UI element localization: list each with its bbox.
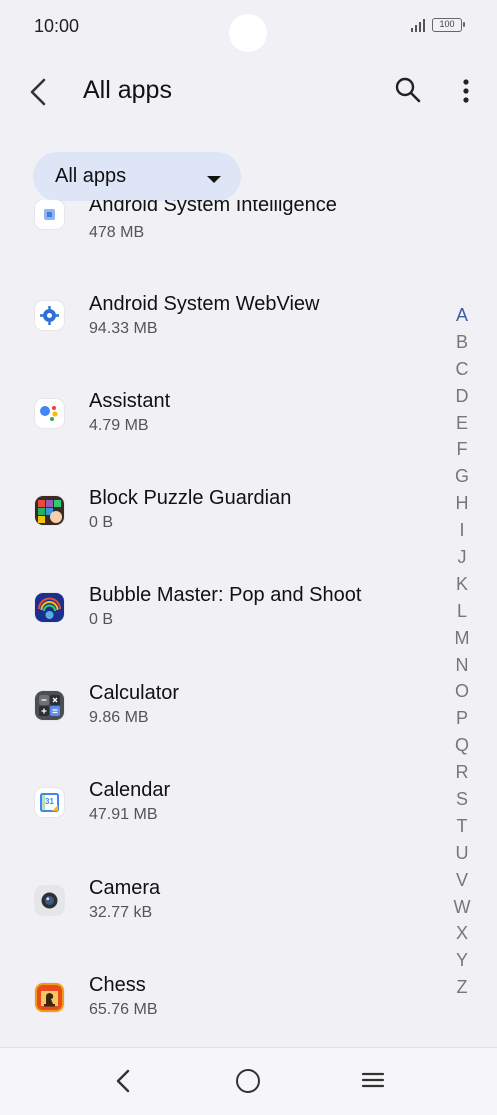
more-options-icon[interactable] bbox=[452, 74, 480, 108]
app-size: 32.77 kB bbox=[89, 904, 153, 921]
battery-icon: 100 bbox=[432, 18, 465, 32]
page-title: All apps bbox=[83, 76, 172, 104]
app-name: Bubble Master: Pop and Shoot bbox=[89, 584, 362, 606]
app-name: Android System Intelligence bbox=[89, 200, 337, 216]
list-item[interactable]: 31 Calendar 47.91 MB bbox=[0, 768, 440, 865]
nav-back-icon[interactable] bbox=[112, 1068, 136, 1094]
index-letter-l[interactable]: L bbox=[450, 598, 474, 625]
app-size: 9.86 MB bbox=[89, 709, 149, 726]
block-puzzle-icon bbox=[35, 496, 64, 525]
list-item[interactable]: Bubble Master: Pop and Shoot 0 B bbox=[0, 573, 440, 670]
index-letter-t[interactable]: T bbox=[450, 813, 474, 840]
dropdown-caret-icon bbox=[207, 176, 221, 183]
index-letter-m[interactable]: M bbox=[450, 625, 474, 652]
index-letter-h[interactable]: H bbox=[450, 490, 474, 517]
index-letter-q[interactable]: Q bbox=[450, 732, 474, 759]
alphabet-index[interactable]: ABCDEFGHIJKLMNOPQRSTUVWXYZ bbox=[450, 302, 474, 1001]
list-item[interactable]: Android System Intelligence 478 MB bbox=[0, 200, 440, 279]
nav-recents-icon[interactable] bbox=[361, 1070, 385, 1090]
android-system-intelligence-icon bbox=[35, 200, 64, 229]
index-letter-w[interactable]: W bbox=[450, 894, 474, 921]
list-item[interactable]: Camera 32.77 kB bbox=[0, 866, 440, 963]
list-item[interactable]: Assistant 4.79 MB bbox=[0, 379, 440, 476]
index-letter-c[interactable]: C bbox=[450, 356, 474, 383]
calendar-icon: 31 bbox=[35, 788, 64, 817]
index-letter-z[interactable]: Z bbox=[450, 974, 474, 1001]
index-letter-d[interactable]: D bbox=[450, 383, 474, 410]
index-letter-p[interactable]: P bbox=[450, 705, 474, 732]
app-name: Calendar bbox=[89, 779, 171, 801]
status-bar: 10:00 100 bbox=[0, 0, 497, 52]
index-letter-o[interactable]: O bbox=[450, 678, 474, 705]
app-size: 0 B bbox=[89, 611, 114, 628]
index-letter-r[interactable]: R bbox=[450, 759, 474, 786]
app-name: Block Puzzle Guardian bbox=[89, 487, 292, 509]
app-name: Camera bbox=[89, 877, 161, 899]
index-letter-e[interactable]: E bbox=[450, 410, 474, 437]
back-arrow-icon[interactable] bbox=[24, 74, 56, 110]
list-item[interactable]: Android System WebView 94.33 MB bbox=[0, 282, 440, 379]
chess-icon bbox=[35, 983, 64, 1012]
index-letter-n[interactable]: N bbox=[450, 652, 474, 679]
index-letter-a[interactable]: A bbox=[450, 302, 474, 329]
index-letter-y[interactable]: Y bbox=[450, 947, 474, 974]
gear-icon bbox=[35, 301, 64, 330]
app-bar: All apps bbox=[0, 60, 497, 124]
index-letter-x[interactable]: X bbox=[450, 920, 474, 947]
filter-dropdown[interactable]: All apps bbox=[33, 152, 241, 201]
index-letter-v[interactable]: V bbox=[450, 867, 474, 894]
list-item[interactable]: Calculator 9.86 MB bbox=[0, 671, 440, 768]
camera-icon bbox=[35, 886, 64, 915]
search-icon[interactable] bbox=[392, 74, 424, 106]
app-size: 478 MB bbox=[89, 224, 145, 241]
app-size: 94.33 MB bbox=[89, 320, 158, 337]
list-item[interactable]: Block Puzzle Guardian 0 B bbox=[0, 476, 440, 573]
status-time: 10:00 bbox=[34, 16, 80, 36]
app-size: 0 B bbox=[89, 514, 114, 531]
camera-cutout bbox=[229, 14, 267, 52]
app-name: Chess bbox=[89, 974, 146, 996]
calendar-day-label: 31 bbox=[45, 797, 54, 806]
assistant-icon bbox=[35, 399, 64, 428]
index-letter-f[interactable]: F bbox=[450, 436, 474, 463]
index-letter-u[interactable]: U bbox=[450, 840, 474, 867]
nav-home-icon[interactable] bbox=[236, 1069, 260, 1093]
filter-label: All apps bbox=[55, 165, 127, 187]
list-item[interactable]: Chess 65.76 MB bbox=[0, 963, 440, 1042]
index-letter-k[interactable]: K bbox=[450, 571, 474, 598]
calculator-icon bbox=[35, 691, 64, 720]
index-letter-g[interactable]: G bbox=[450, 463, 474, 490]
index-letter-s[interactable]: S bbox=[450, 786, 474, 813]
app-size: 4.79 MB bbox=[89, 417, 149, 434]
navigation-bar bbox=[0, 1047, 497, 1115]
app-list[interactable]: Android System Intelligence 478 MB Andro… bbox=[0, 200, 440, 1042]
app-size: 65.76 MB bbox=[89, 1001, 158, 1018]
index-letter-i[interactable]: I bbox=[450, 517, 474, 544]
app-name: Android System WebView bbox=[89, 293, 320, 315]
signal-icon bbox=[411, 19, 425, 32]
app-name: Calculator bbox=[89, 682, 180, 704]
app-name: Assistant bbox=[89, 390, 171, 412]
index-letter-j[interactable]: J bbox=[450, 544, 474, 571]
index-letter-b[interactable]: B bbox=[450, 329, 474, 356]
app-size: 47.91 MB bbox=[89, 806, 158, 823]
bubble-master-icon bbox=[35, 593, 64, 622]
